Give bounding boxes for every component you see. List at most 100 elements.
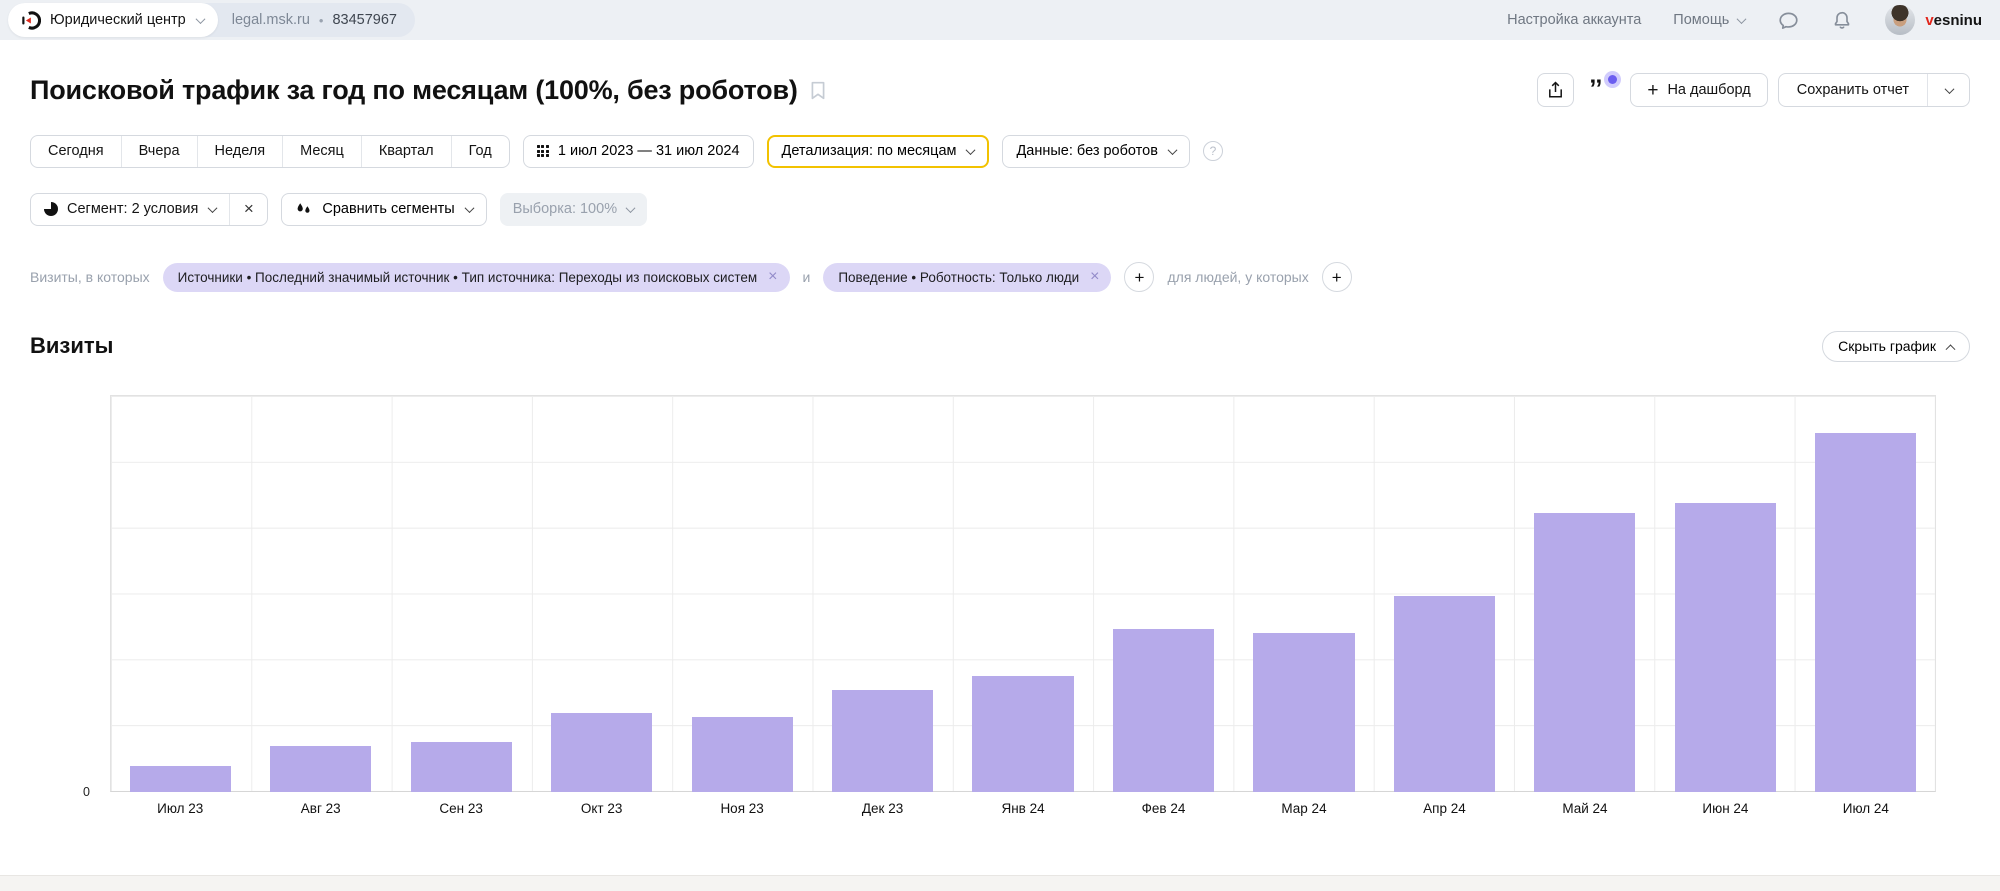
tab-yesterday[interactable]: Вчера (121, 136, 197, 167)
chevron-down-icon (1167, 145, 1177, 155)
segment-clear-button[interactable] (229, 194, 267, 225)
bar-cell[interactable] (250, 395, 390, 792)
x-axis-label: Янв 24 (953, 801, 1093, 816)
filter-row: Визиты, в которых Источники • Последний … (30, 262, 1970, 292)
page-title: Поисковой трафик за год по месяцам (100%… (30, 75, 798, 106)
bar[interactable] (1253, 633, 1354, 792)
bar-cell[interactable] (1515, 395, 1655, 792)
remove-filter-icon[interactable] (1090, 269, 1099, 285)
avatar (1885, 5, 1915, 35)
x-axis-label: Авг 23 (250, 801, 390, 816)
bar[interactable] (692, 717, 793, 792)
topbar: Юридический центр legal.msk.ru • 8345796… (0, 0, 2000, 40)
date-range-label: 1 июл 2023 — 31 июл 2024 (558, 143, 740, 159)
chevron-down-icon (966, 145, 976, 155)
add-visit-condition-button[interactable] (1124, 262, 1154, 292)
filter-chip-source[interactable]: Источники • Последний значимый источник … (163, 263, 790, 292)
chart-section-head: Визиты Скрыть график (30, 330, 1970, 362)
sampling-label: Выборка: 100% (513, 201, 617, 217)
help-icon[interactable] (1203, 141, 1223, 161)
tab-year[interactable]: Год (451, 136, 509, 167)
x-axis-label: Дек 23 (812, 801, 952, 816)
data-mode-dropdown[interactable]: Данные: без роботов (1002, 135, 1189, 168)
add-people-condition-button[interactable] (1322, 262, 1352, 292)
bar[interactable] (1394, 596, 1495, 792)
for-people-label: для людей, у которых (1167, 269, 1308, 285)
bar[interactable] (551, 713, 652, 792)
bar-cell[interactable] (531, 395, 671, 792)
user-menu[interactable]: vesninu (1885, 5, 1982, 35)
bottom-strip (0, 875, 2000, 891)
bell-icon[interactable] (1831, 9, 1853, 31)
bar[interactable] (270, 746, 371, 792)
save-report-button[interactable]: Сохранить отчет (1779, 74, 1927, 106)
save-report-dropdown[interactable] (1927, 74, 1969, 106)
data-mode-label: Данные: без роботов (1016, 143, 1157, 159)
bar-cell[interactable] (110, 395, 250, 792)
bar[interactable] (1675, 503, 1776, 792)
visits-in-which-label: Визиты, в которых (30, 269, 150, 285)
bar-cell[interactable] (672, 395, 812, 792)
bar[interactable] (832, 690, 933, 792)
bookmark-icon[interactable] (810, 81, 826, 100)
export-button[interactable] (1537, 73, 1574, 107)
calendar-grid-icon (537, 145, 549, 157)
dot-separator: • (319, 13, 324, 28)
bar-cell[interactable] (1655, 395, 1795, 792)
metric-title: Визиты (30, 333, 113, 359)
bar[interactable] (1534, 513, 1635, 792)
close-icon (244, 200, 254, 219)
counter-info[interactable]: legal.msk.ru • 83457967 (218, 12, 415, 28)
add-to-dashboard-button[interactable]: На дашборд (1630, 73, 1767, 107)
help-menu[interactable]: Помощь (1673, 12, 1745, 28)
bar-cell[interactable] (1093, 395, 1233, 792)
x-axis-label: Сен 23 (391, 801, 531, 816)
add-to-dashboard-label: На дашборд (1667, 82, 1750, 98)
compare-segments-dropdown[interactable]: Сравнить сегменты (281, 193, 486, 226)
bar[interactable] (411, 742, 512, 792)
detalization-label: Детализация: по месяцам (782, 143, 957, 159)
help-label: Помощь (1673, 12, 1729, 28)
bar[interactable] (1815, 433, 1916, 792)
hide-chart-label: Скрыть график (1838, 338, 1936, 354)
filter-chip-label: Поведение • Роботность: Только люди (838, 270, 1079, 285)
compare-segments-label: Сравнить сегменты (322, 201, 454, 217)
chevron-down-icon (626, 203, 636, 213)
x-axis-label: Июл 23 (110, 801, 250, 816)
tab-month[interactable]: Месяц (282, 136, 361, 167)
sampling-dropdown[interactable]: Выборка: 100% (500, 193, 647, 226)
remove-filter-icon[interactable] (768, 269, 777, 285)
bar-cell[interactable] (812, 395, 952, 792)
x-axis-label: Мар 24 (1234, 801, 1374, 816)
x-axis-label: Окт 23 (531, 801, 671, 816)
detalization-dropdown[interactable]: Детализация: по месяцам (767, 135, 990, 168)
tab-quarter[interactable]: Квартал (361, 136, 451, 167)
ai-summary-button[interactable] (1584, 73, 1620, 107)
chat-icon[interactable] (1777, 9, 1799, 31)
hide-chart-button[interactable]: Скрыть график (1822, 331, 1970, 362)
filter-chip-robots[interactable]: Поведение • Роботность: Только люди (823, 263, 1111, 292)
bar[interactable] (1113, 629, 1214, 792)
segment-label: Сегмент: 2 условия (67, 201, 198, 217)
bar-cell[interactable] (953, 395, 1093, 792)
account-settings-link[interactable]: Настройка аккаунта (1507, 12, 1641, 28)
pie-segment-icon (44, 202, 58, 216)
visits-bar-chart: 0 (110, 395, 1936, 792)
filter-chip-label: Источники • Последний значимый источник … (178, 270, 758, 285)
date-range-button[interactable]: 1 июл 2023 — 31 июл 2024 (523, 135, 754, 168)
bar[interactable] (130, 766, 231, 792)
tab-today[interactable]: Сегодня (31, 136, 121, 167)
bar-cell[interactable] (1796, 395, 1936, 792)
counter-dropdown[interactable]: Юридический центр (8, 3, 218, 37)
bar-cell[interactable] (1234, 395, 1374, 792)
segment-dropdown[interactable]: Сегмент: 2 условия (31, 194, 229, 225)
bar[interactable] (972, 676, 1073, 792)
header-actions: На дашборд Сохранить отчет (1537, 73, 1970, 107)
chevron-down-icon (195, 14, 205, 24)
x-axis-label: Май 24 (1515, 801, 1655, 816)
tab-week[interactable]: Неделя (197, 136, 283, 167)
counter-selector: Юридический центр legal.msk.ru • 8345796… (8, 3, 415, 37)
bar-cell[interactable] (391, 395, 531, 792)
chart-bars (110, 395, 1936, 792)
bar-cell[interactable] (1374, 395, 1514, 792)
